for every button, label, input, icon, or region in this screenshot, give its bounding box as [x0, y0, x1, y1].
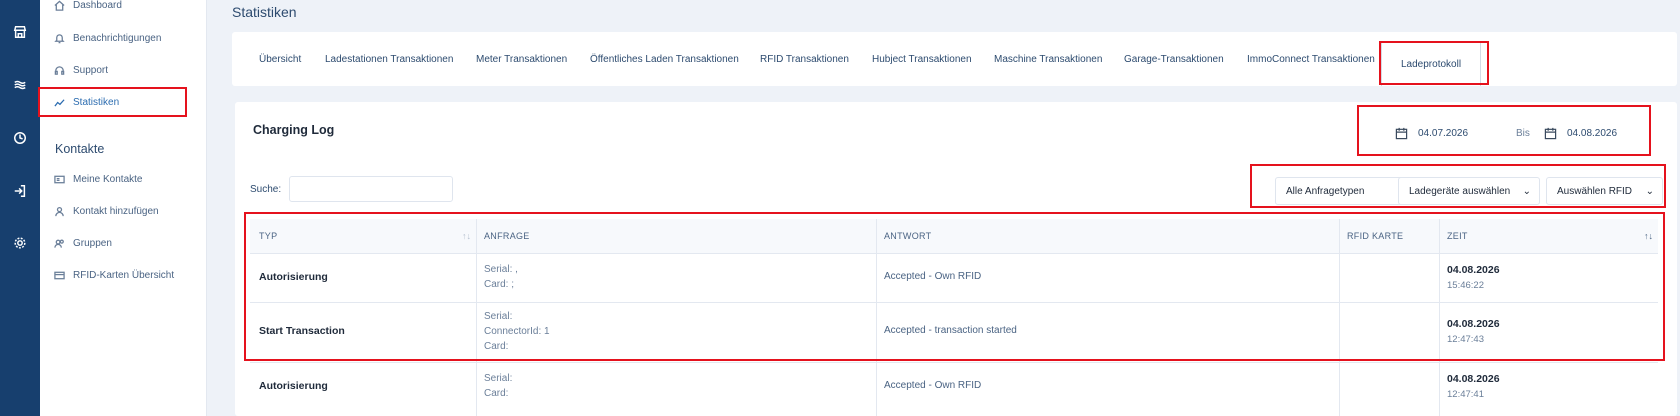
table-row[interactable]: Start Transaction Serial: ConnectorId: 1…: [250, 302, 1658, 363]
tab-oeffentliches-laden[interactable]: Öffentliches Laden Transaktionen: [590, 32, 739, 86]
date-to-value: 04.08.2026: [1567, 127, 1618, 139]
user-plus-icon: [55, 206, 64, 216]
charging-log-card: Charging Log 04.07.2026 Bis 04.08.2026 S…: [235, 102, 1677, 416]
tab-maschine-transaktionen[interactable]: Maschine Transaktionen: [994, 32, 1102, 86]
date-from-picker[interactable]: 04.07.2026: [1395, 124, 1468, 142]
cell-typ: Start Transaction: [259, 325, 345, 337]
rfid-select-value: Auswählen RFID: [1557, 185, 1633, 197]
table-row[interactable]: Autorisierung Serial: , Card: ; Accepted…: [250, 253, 1658, 303]
cell-zeit: 04.08.2026 12:47:43: [1447, 316, 1500, 348]
cell-antwort: Accepted - transaction started: [884, 325, 1017, 336]
date-from-value: 04.07.2026: [1418, 127, 1469, 139]
sidebar-item-gruppen[interactable]: Gruppen: [54, 233, 112, 253]
sidebar-item-meine-kontakte[interactable]: Meine Kontakte: [54, 169, 143, 189]
tab-ladestationen-transaktionen[interactable]: Ladestationen Transaktionen: [325, 32, 453, 86]
sidebar-item-label: Statistiken: [73, 96, 120, 108]
request-type-value: Alle Anfragetypen: [1286, 185, 1365, 197]
cell-typ: Autorisierung: [259, 380, 328, 392]
chevron-down-icon: ⌄: [1522, 185, 1531, 197]
sidebar-item-statistiken[interactable]: Statistiken: [54, 92, 119, 112]
sidebar-item-label: Gruppen: [73, 237, 112, 249]
cell-zeit: 04.08.2026 12:47:41: [1447, 371, 1500, 403]
tab-meter-transaktionen[interactable]: Meter Transaktionen: [476, 32, 567, 86]
sidebar-item-dashboard[interactable]: Dashboard: [54, 0, 122, 15]
column-header-typ[interactable]: TYP: [259, 219, 277, 253]
column-header-rfid-karte[interactable]: RFID KARTE: [1347, 219, 1403, 253]
zeit-date: 04.08.2026: [1447, 373, 1500, 385]
sidebar-item-support[interactable]: Support: [54, 60, 108, 80]
anfrage-line: Card:: [484, 341, 509, 352]
anfrage-line: Serial:: [484, 311, 513, 322]
headset-icon: [54, 65, 65, 75]
sidebar-item-rfid-karten[interactable]: RFID-Karten Übersicht: [54, 265, 174, 285]
column-header-antwort[interactable]: ANTWORT: [884, 219, 931, 253]
sidebar: Dashboard Benachrichtigungen Support Sta…: [40, 0, 207, 416]
address-card-icon: [54, 175, 65, 183]
search-label: Suche:: [250, 184, 282, 195]
tab-bar: Übersicht Ladestationen Transaktionen Me…: [232, 32, 1677, 86]
sort-icon[interactable]: ↑↓: [1644, 231, 1653, 241]
zeit-date: 04.08.2026: [1447, 318, 1500, 330]
cell-antwort: Accepted - Own RFID: [884, 271, 982, 282]
cell-antwort: Accepted - Own RFID: [884, 380, 982, 391]
anfrage-line: Card: ;: [484, 279, 515, 290]
tab-uebersicht[interactable]: Übersicht: [259, 32, 301, 86]
tab-immoconnect-transaktionen[interactable]: ImmoConnect Transaktionen: [1247, 32, 1375, 86]
cell-anfrage: Serial: ConnectorId: 1 Card:: [484, 309, 550, 354]
column-header-anfrage[interactable]: ANFRAGE: [484, 219, 530, 253]
cell-anfrage: Serial: , Card: ;: [484, 262, 518, 292]
sidebar-item-label: Meine Kontakte: [73, 173, 143, 185]
search-input[interactable]: [289, 176, 453, 202]
zeit-time: 15:46:22: [1447, 280, 1484, 291]
sidebar-item-label: Benachrichtigungen: [73, 32, 162, 44]
charger-select-value: Ladegeräte auswählen: [1409, 185, 1511, 197]
date-to-picker[interactable]: 04.08.2026: [1544, 124, 1617, 142]
clock-icon[interactable]: [7, 125, 33, 151]
anfrage-line: Serial:: [484, 373, 513, 384]
card-title: Charging Log: [253, 123, 335, 137]
tab-garage-transaktionen[interactable]: Garage-Transaktionen: [1124, 32, 1224, 86]
cell-zeit: 04.08.2026 15:46:22: [1447, 262, 1500, 294]
calendar-icon: [1395, 127, 1408, 139]
sidebar-section-heading: Kontakte: [55, 142, 105, 156]
sidebar-item-benachrichtigungen[interactable]: Benachrichtigungen: [54, 28, 161, 48]
cell-typ: Autorisierung: [259, 271, 328, 283]
calendar-icon: [1544, 127, 1557, 139]
home-icon: [54, 0, 65, 11]
gear-icon[interactable]: [7, 230, 33, 256]
date-separator: Bis: [1516, 127, 1530, 139]
column-header-zeit[interactable]: ZEIT: [1447, 219, 1468, 253]
sort-icon[interactable]: ↑↓: [462, 231, 471, 241]
page-title: Statistiken: [232, 4, 297, 20]
anfrage-line: ConnectorId: 1: [484, 326, 550, 337]
chart-line-icon: [54, 98, 65, 107]
cell-anfrage: Serial: Card:: [484, 371, 512, 401]
app-rail: [0, 0, 40, 416]
waves-icon[interactable]: [7, 72, 33, 98]
charger-select[interactable]: Ladegeräte auswählen ⌄: [1398, 177, 1540, 205]
zeit-date: 04.08.2026: [1447, 264, 1500, 276]
sidebar-item-kontakt-hinzufuegen[interactable]: Kontakt hinzufügen: [54, 201, 159, 221]
chevron-down-icon: ⌄: [1645, 185, 1654, 197]
tab-hubject-transaktionen[interactable]: Hubject Transaktionen: [872, 32, 972, 86]
sidebar-item-label: RFID-Karten Übersicht: [73, 269, 175, 281]
sidebar-item-label: Support: [73, 64, 109, 76]
zeit-time: 12:47:41: [1447, 389, 1484, 400]
sidebar-item-label: Kontakt hinzufügen: [73, 205, 159, 217]
users-icon: [54, 239, 64, 248]
charging-log-table: TYP ↑↓ ANFRAGE ANTWORT RFID KARTE ZEIT ↑…: [250, 219, 1658, 416]
anfrage-line: Serial: ,: [484, 264, 518, 275]
credit-card-icon: [54, 271, 65, 279]
rfid-select[interactable]: Auswählen RFID ⌄: [1546, 177, 1663, 205]
zeit-time: 12:47:43: [1447, 334, 1484, 345]
tab-rfid-transaktionen[interactable]: RFID Transaktionen: [760, 32, 849, 86]
tab-ladeprotokoll[interactable]: Ladeprotokoll: [1381, 41, 1482, 86]
anfrage-line: Card:: [484, 388, 509, 399]
store-icon[interactable]: [7, 19, 33, 45]
table-row[interactable]: Autorisierung Serial: Card: Accepted - O…: [250, 362, 1658, 416]
sidebar-item-label: Dashboard: [73, 0, 122, 11]
sign-in-icon[interactable]: [7, 178, 33, 204]
bell-icon: [54, 33, 65, 43]
